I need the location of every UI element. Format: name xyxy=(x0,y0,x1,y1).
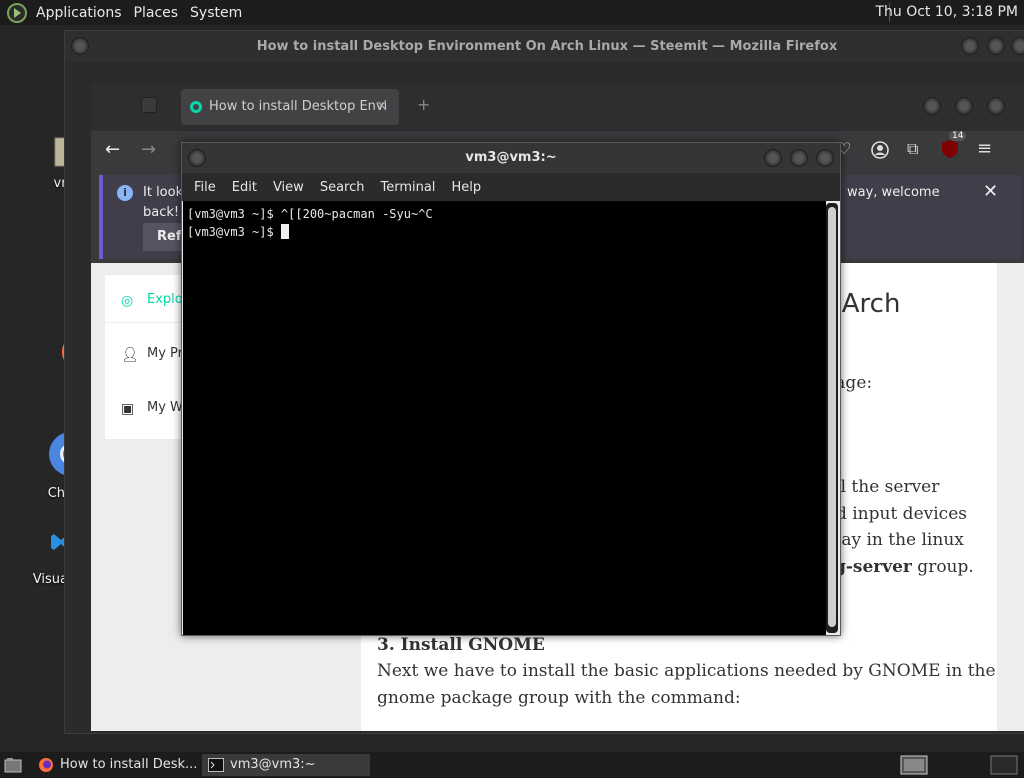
applications-menu[interactable]: Applications xyxy=(30,5,128,21)
ublock-icon[interactable] xyxy=(941,139,959,159)
notification-count-badge: 14 xyxy=(949,131,967,141)
minimize-button[interactable] xyxy=(961,37,979,55)
applications-logo-icon[interactable] xyxy=(6,2,28,24)
compass-icon: ◎ xyxy=(121,293,134,309)
terminal-window-menu-button[interactable] xyxy=(188,149,206,167)
top-panel: Applications Places System Thu Oct 10, 3… xyxy=(0,0,1024,25)
taskbar-item-firefox[interactable]: How to install Desk... xyxy=(32,754,198,776)
terminal-output[interactable]: [vm3@vm3 ~]$ ^[[200~pacman -Syu~^C [vm3@… xyxy=(183,201,826,635)
browser-close-button[interactable] xyxy=(987,97,1005,115)
window-menu-button[interactable] xyxy=(71,37,89,55)
notice-close-icon[interactable]: ✕ xyxy=(983,181,998,202)
menu-terminal[interactable]: Terminal xyxy=(372,180,443,195)
system-menu[interactable]: System xyxy=(184,5,248,21)
terminal-titlebar[interactable]: vm3@vm3:~ xyxy=(182,143,840,173)
back-arrow-icon[interactable]: ← xyxy=(105,139,120,160)
browser-maximize-button[interactable] xyxy=(955,97,973,115)
tab-title: How to install Desktop Envi xyxy=(209,99,388,114)
places-menu[interactable]: Places xyxy=(128,5,185,21)
terminal-line: [vm3@vm3 ~]$ ^[[200~pacman -Syu~^C xyxy=(187,207,433,221)
terminal-small-icon xyxy=(208,758,224,772)
forward-arrow-icon[interactable]: → xyxy=(141,139,156,160)
steemit-favicon-icon xyxy=(190,101,202,113)
scrollbar-thumb[interactable] xyxy=(828,207,836,627)
extensions-icon[interactable]: ⧉ xyxy=(907,139,918,159)
menu-edit[interactable]: Edit xyxy=(224,180,265,195)
close-button[interactable] xyxy=(1011,37,1024,55)
browser-tab-active[interactable]: How to install Desktop Envi ✕ xyxy=(181,89,399,125)
terminal-prompt-line: [vm3@vm3 ~]$ xyxy=(187,223,822,241)
article-text: rg-server group. xyxy=(825,557,974,577)
terminal-close-button[interactable] xyxy=(816,149,834,167)
menu-search[interactable]: Search xyxy=(312,180,373,195)
workspace-switcher-icon[interactable] xyxy=(900,755,928,775)
notice-text-start-line2: back! xyxy=(143,205,180,220)
taskbar-item-terminal[interactable]: vm3@vm3:~ xyxy=(202,754,370,776)
taskbar-item-label: How to install Desk... xyxy=(60,757,198,772)
article-text: Next we have to install the basic applic… xyxy=(377,661,996,681)
tab-list-icon[interactable] xyxy=(141,97,157,113)
tab-close-icon[interactable]: ✕ xyxy=(376,89,387,125)
taskbar: How to install Desk... vm3@vm3:~ xyxy=(0,752,1024,778)
terminal-scrollbar[interactable] xyxy=(826,203,838,633)
article-text-tail: group. xyxy=(911,557,974,577)
section-heading: 3. Install GNOME xyxy=(377,635,545,655)
maximize-button[interactable] xyxy=(987,37,1005,55)
sidebar-item-label: My W xyxy=(147,400,183,415)
tab-strip: How to install Desktop Envi ✕ + xyxy=(91,83,1024,131)
hamburger-menu-icon[interactable]: ≡ xyxy=(977,138,992,159)
menu-help[interactable]: Help xyxy=(443,180,489,195)
terminal-maximize-button[interactable] xyxy=(790,149,808,167)
sidebar-item-label: My Pr xyxy=(147,346,183,361)
terminal-menubar: File Edit View Search Terminal Help xyxy=(182,173,840,201)
new-tab-icon[interactable]: + xyxy=(417,95,430,114)
article-text: all the server xyxy=(825,477,940,497)
firefox-small-icon xyxy=(39,758,53,772)
article-text: play in the linux xyxy=(825,530,964,550)
text-cursor xyxy=(280,224,289,239)
account-icon[interactable] xyxy=(871,141,889,159)
terminal-minimize-button[interactable] xyxy=(764,149,782,167)
notice-text-end: way, welcome xyxy=(847,185,940,200)
terminal-prompt: [vm3@vm3 ~]$ xyxy=(187,225,281,239)
info-icon: i xyxy=(117,185,133,201)
workspace-2-icon[interactable] xyxy=(990,755,1018,775)
user-icon: 👤︎ xyxy=(121,347,139,363)
clock[interactable]: Thu Oct 10, 3:18 PM xyxy=(875,4,1018,20)
menu-view[interactable]: View xyxy=(265,180,312,195)
article-text: nd input devices xyxy=(825,504,967,524)
article-text: gnome package group with the command: xyxy=(377,688,741,708)
taskbar-item-label: vm3@vm3:~ xyxy=(230,757,316,772)
wallet-icon: ▣ xyxy=(121,401,135,417)
sidebar-item-label: Explo xyxy=(147,292,183,307)
show-desktop-icon[interactable] xyxy=(4,757,22,773)
firefox-titlebar[interactable]: How to install Desktop Environment On Ar… xyxy=(65,31,1024,62)
browser-minimize-button[interactable] xyxy=(923,97,941,115)
menu-file[interactable]: File xyxy=(186,180,224,195)
terminal-window: vm3@vm3:~ File Edit View Search Terminal… xyxy=(181,142,841,636)
